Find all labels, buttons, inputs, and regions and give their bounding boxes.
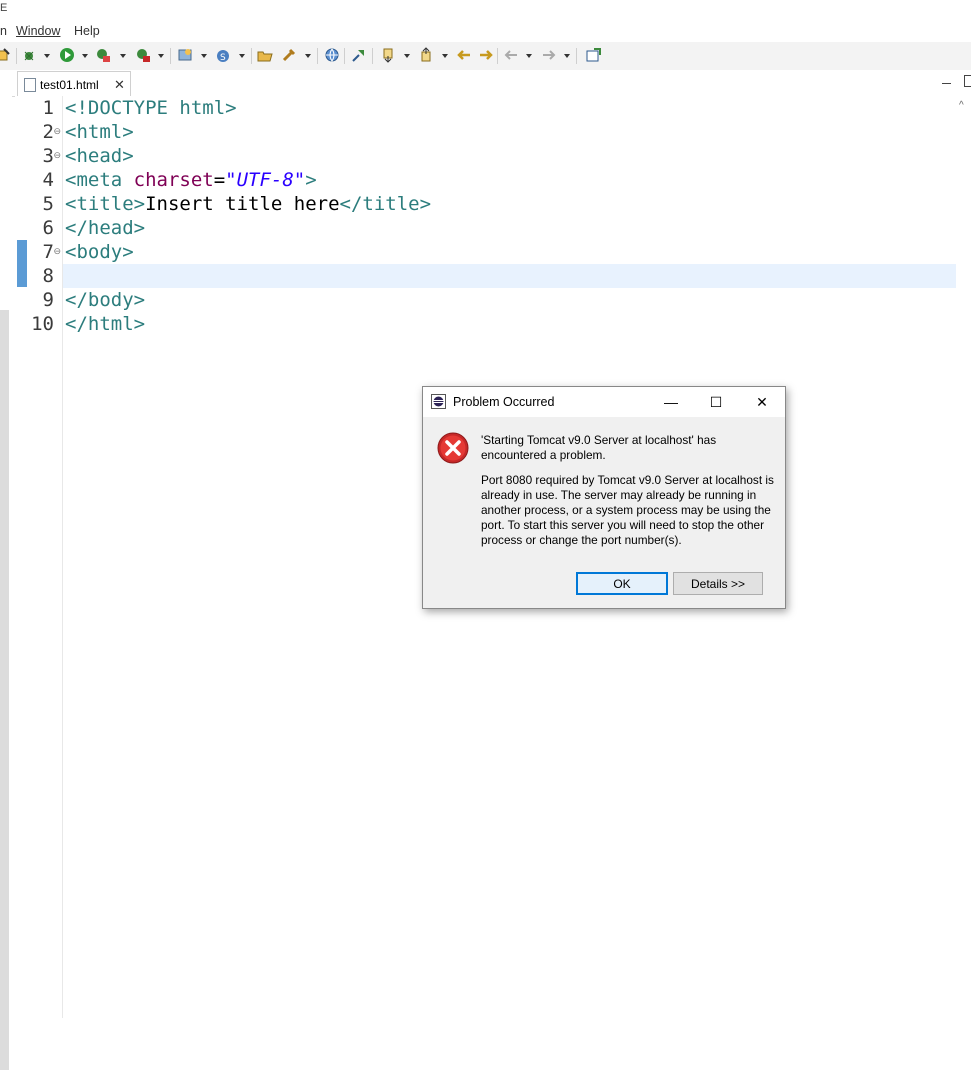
back-icon[interactable]	[502, 46, 520, 64]
code-line-3: <head>	[65, 145, 134, 167]
line-number: 2	[42, 121, 54, 143]
code-line-9: </body>	[65, 289, 146, 311]
left-scroll-track[interactable]	[0, 310, 9, 1070]
debug-dropdown-icon[interactable]	[44, 54, 50, 58]
change-marker	[17, 240, 27, 287]
coverage-dropdown-icon[interactable]	[120, 54, 126, 58]
error-detail: Port 8080 required by Tomcat v9.0 Server…	[481, 473, 774, 547]
line-number: 5	[42, 193, 54, 215]
build-dropdown-icon[interactable]	[305, 54, 311, 58]
code-line-2: <html>	[65, 121, 134, 143]
maximize-editor-icon[interactable]	[964, 75, 971, 87]
line-number: 8	[42, 265, 54, 287]
line-number-gutter: 1 2 ⊖ 3 ⊖ 4 5 6 7 ⊖ 8 9 10	[27, 96, 63, 1018]
fold-toggle-icon[interactable]: ⊖	[53, 126, 61, 137]
last-edit-icon[interactable]	[455, 46, 473, 64]
minimize-editor-icon[interactable]	[942, 76, 952, 86]
maximize-icon[interactable]: ☐	[706, 392, 726, 412]
fold-toggle-icon[interactable]: ⊖	[53, 246, 61, 257]
forward-icon[interactable]	[540, 46, 558, 64]
new-class-icon[interactable]: S	[214, 46, 232, 64]
main-toolbar: S	[0, 42, 971, 71]
details-button[interactable]: Details >>	[673, 572, 763, 595]
title-close-tag: </title>	[339, 193, 432, 215]
scroll-up-icon[interactable]: ^	[959, 100, 964, 111]
previous-annotation-icon[interactable]	[417, 46, 435, 64]
external-tools-icon[interactable]	[134, 46, 152, 64]
dialog-title: Problem Occurred	[453, 395, 555, 409]
previous-annotation-dropdown-icon[interactable]	[442, 54, 448, 58]
meta-tag: <meta	[65, 169, 134, 191]
left-scroll-strip	[0, 70, 12, 1070]
code-line-10: </html>	[65, 313, 146, 335]
menu-bar: n Window Help	[0, 22, 971, 42]
search-icon[interactable]	[350, 46, 368, 64]
code-line-7: <body>	[65, 241, 134, 263]
overview-ruler	[15, 96, 27, 1018]
menu-item-partial[interactable]: n	[0, 24, 7, 38]
tab-label: test01.html	[40, 78, 99, 92]
window-title-fragment: E	[0, 2, 8, 14]
external-tools-dropdown-icon[interactable]	[158, 54, 164, 58]
minimize-icon[interactable]: —	[661, 392, 681, 412]
equals-sign: =	[213, 169, 226, 191]
close-icon[interactable]: ✕	[752, 392, 772, 412]
next-annotation-icon[interactable]	[379, 46, 397, 64]
new-class-dropdown-icon[interactable]	[239, 54, 245, 58]
code-line-1: <!DOCTYPE html>	[65, 97, 237, 119]
svg-text:S: S	[220, 53, 226, 63]
code-line-4: <meta charset="UTF-8">	[65, 168, 317, 192]
close-tab-icon[interactable]: ✕	[114, 77, 125, 93]
window-title-bar: E	[0, 0, 971, 22]
new-server-icon[interactable]	[176, 46, 194, 64]
ok-button[interactable]: OK	[576, 572, 668, 595]
run-icon[interactable]	[58, 46, 76, 64]
current-line-highlight	[63, 264, 956, 288]
run-dropdown-icon[interactable]	[82, 54, 88, 58]
title-open-tag: <title>	[65, 193, 146, 215]
dialog-title-bar: Problem Occurred — ☐ ✕	[423, 387, 785, 417]
tab-test01-html[interactable]: test01.html ✕	[17, 71, 131, 97]
next-annotation-dropdown-icon[interactable]	[404, 54, 410, 58]
editor-tab-bar: test01.html ✕	[12, 70, 971, 97]
menu-item-window[interactable]: Window	[16, 24, 60, 38]
line-number: 10	[31, 313, 54, 335]
html-file-icon	[24, 78, 36, 92]
fold-toggle-icon[interactable]: ⊖	[53, 150, 61, 161]
charset-value: "UTF-8"	[225, 169, 306, 191]
forward-dropdown-icon[interactable]	[564, 54, 570, 58]
vertical-scrollbar[interactable]: ^	[956, 96, 971, 1018]
coverage-icon[interactable]	[94, 46, 112, 64]
forward-edit-icon[interactable]	[477, 46, 495, 64]
back-dropdown-icon[interactable]	[526, 54, 532, 58]
error-icon	[437, 432, 469, 464]
code-line-5: <title>Insert title here</title>	[65, 192, 431, 216]
new-server-dropdown-icon[interactable]	[201, 54, 207, 58]
edit-icon[interactable]	[0, 46, 12, 64]
meta-close: >	[305, 169, 317, 191]
line-number: 1	[42, 97, 54, 119]
error-message: 'Starting Tomcat v9.0 Server at localhos…	[481, 433, 717, 462]
line-number: 3	[42, 145, 54, 167]
eclipse-icon	[431, 394, 446, 409]
open-folder-icon[interactable]	[256, 46, 274, 64]
menu-item-help[interactable]: Help	[74, 24, 100, 38]
open-perspective-icon[interactable]	[584, 46, 602, 64]
debug-icon[interactable]	[20, 46, 38, 64]
line-number: 7	[42, 241, 54, 263]
line-number: 4	[42, 169, 54, 191]
globe-icon[interactable]	[323, 46, 341, 64]
build-icon[interactable]	[280, 46, 298, 64]
charset-attr: charset	[133, 169, 214, 191]
problem-occurred-dialog: Problem Occurred — ☐ ✕ 'Starting Tomcat …	[422, 386, 786, 609]
line-number: 9	[42, 289, 54, 311]
code-line-6: </head>	[65, 217, 146, 239]
title-text: Insert title here	[145, 193, 340, 215]
line-number: 6	[42, 217, 54, 239]
